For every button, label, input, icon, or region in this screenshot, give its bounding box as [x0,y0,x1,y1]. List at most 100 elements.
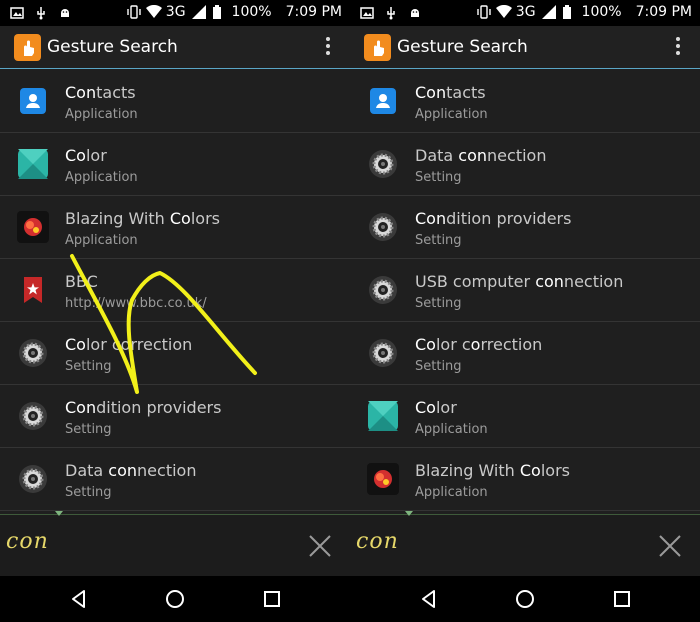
result-title: Contacts [65,83,136,102]
gesture-query-bar: con [0,511,350,576]
gesture-query-bar: con [350,511,700,576]
app-title: Gesture Search [47,37,178,57]
result-subtitle: Application [65,233,138,248]
result-title: Color [415,398,457,417]
settings-gear-icon [17,400,49,432]
settings-gear-icon [367,211,399,243]
contacts-icon [17,85,49,117]
search-result-row[interactable]: USB computer connection Setting [350,259,700,322]
result-subtitle: Application [415,485,488,500]
result-subtitle: Setting [415,296,462,311]
battery-level: 100% [231,4,272,20]
search-result-row[interactable]: Blazing With Colors Application [350,448,700,511]
home-icon[interactable] [514,588,536,610]
result-subtitle: Setting [65,422,112,437]
signal-icon [541,5,556,19]
search-result-row[interactable]: Data connection Setting [0,448,350,511]
gallery-notification-icon [360,5,374,19]
battery-icon [562,5,576,19]
result-subtitle: Setting [415,233,462,248]
app-title: Gesture Search [397,37,528,57]
search-results-list: Contacts Application Color Application Blazi… [0,70,350,511]
result-title: Data connection [65,461,197,480]
search-result-row[interactable]: Contacts Application [0,70,350,133]
status-bar: 3G 100% 7:09 PM [0,0,350,26]
android-debug-icon [58,5,72,19]
settings-gear-icon [17,337,49,369]
gesture-search-app-icon [364,34,391,61]
usb-icon [384,5,398,20]
search-result-row[interactable]: Color Application [350,385,700,448]
search-result-row[interactable]: Color Application [0,133,350,196]
overflow-menu-icon[interactable] [674,37,682,59]
recent-apps-icon[interactable] [611,588,633,610]
clock-time: 7:09 PM [635,4,692,20]
clear-query-icon[interactable] [308,534,332,558]
result-title: Color correction [65,335,193,354]
signal-icon [191,5,206,19]
handwritten-query: con [6,529,49,554]
search-result-row[interactable]: Blazing With Colors Application [0,196,350,259]
recent-apps-icon[interactable] [261,588,283,610]
vibrate-icon [126,5,141,19]
result-title: Contacts [415,83,486,102]
settings-gear-icon [367,148,399,180]
result-subtitle: Setting [65,359,112,374]
result-title: Color correction [415,335,543,354]
search-results-list: Contacts Application Data connection Settin… [350,70,700,511]
battery-icon [212,5,226,19]
right-screen: 3G 100% 7:09 PM Gesture Search Contacts Appli… [350,0,700,622]
gallery-notification-icon [10,5,24,19]
status-bar: 3G 100% 7:09 PM [350,0,700,26]
bbc-icon [17,274,49,306]
clear-query-icon[interactable] [658,534,682,558]
color-app-icon [367,400,399,432]
settings-gear-icon [17,463,49,495]
search-result-row[interactable]: BBC http://www.bbc.co.uk/ [0,259,350,322]
query-caret-icon [405,511,413,516]
result-subtitle: Application [65,107,138,122]
query-caret-icon [55,511,63,516]
search-result-row[interactable]: Condition providers Setting [0,385,350,448]
result-title: Blazing With Colors [415,461,570,480]
search-result-row[interactable]: Data connection Setting [350,133,700,196]
back-icon[interactable] [418,588,440,610]
result-title: Color [65,146,107,165]
result-title: BBC [65,272,98,291]
result-subtitle: Setting [65,485,112,500]
battery-level: 100% [581,4,622,20]
vibrate-icon [476,5,491,19]
blazing-colors-icon [367,463,399,495]
wifi-icon [495,4,512,19]
app-bar: Gesture Search [350,26,700,69]
search-result-row[interactable]: Color correction Setting [350,322,700,385]
app-bar: Gesture Search [0,26,350,69]
left-screen: 3G 100% 7:09 PM Gesture Search Contacts Appli… [0,0,350,622]
usb-icon [34,5,48,20]
result-subtitle: Setting [415,359,462,374]
result-title: Blazing With Colors [65,209,220,228]
home-icon[interactable] [164,588,186,610]
result-subtitle: Application [415,422,488,437]
handwritten-query: con [356,529,399,554]
search-result-row[interactable]: Contacts Application [350,70,700,133]
navigation-bar [0,576,350,622]
search-result-row[interactable]: Condition providers Setting [350,196,700,259]
color-app-icon [17,148,49,180]
gesture-search-app-icon [14,34,41,61]
settings-gear-icon [367,337,399,369]
wifi-icon [145,4,162,19]
result-title: Condition providers [415,209,572,228]
back-icon[interactable] [68,588,90,610]
settings-gear-icon [367,274,399,306]
result-title: Condition providers [65,398,222,417]
result-subtitle: http://www.bbc.co.uk/ [65,296,207,311]
navigation-bar [350,576,700,622]
result-subtitle: Setting [415,170,462,185]
contacts-icon [367,85,399,117]
network-type-label: 3G [165,4,186,20]
clock-time: 7:09 PM [285,4,342,20]
search-result-row[interactable]: Color correction Setting [0,322,350,385]
overflow-menu-icon[interactable] [324,37,332,59]
blazing-colors-icon [17,211,49,243]
